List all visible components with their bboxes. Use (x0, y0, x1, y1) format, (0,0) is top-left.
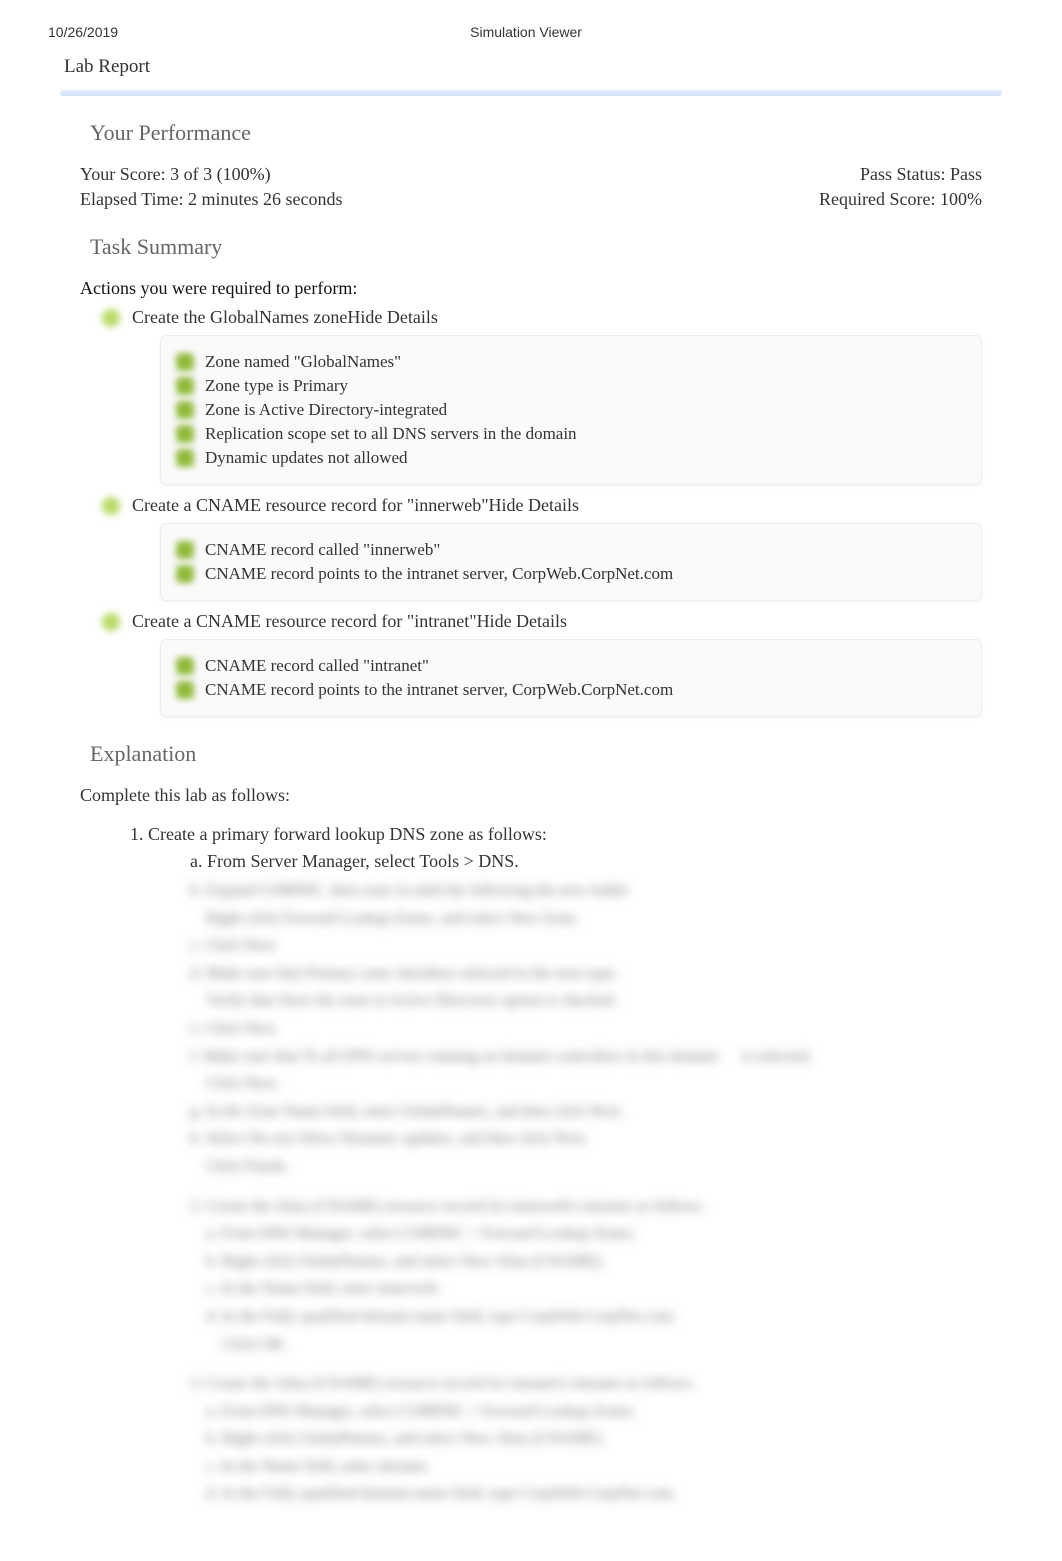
blurred-content: b. Expand CORPDC, then zone in until the… (190, 878, 982, 1507)
check-icon (100, 611, 122, 633)
task-row: Create the GlobalNames zoneHide Details (100, 307, 982, 329)
elapsed-time: Elapsed Time: 2 minutes 26 seconds (80, 189, 343, 210)
detail-row: Zone named "GlobalNames" (175, 352, 967, 372)
hide-details-toggle[interactable]: Hide Details (347, 307, 437, 327)
explanation-intro: Complete this lab as follows: (80, 785, 982, 806)
check-icon (175, 400, 195, 420)
check-icon (100, 495, 122, 517)
divider-bar (60, 90, 1002, 96)
detail-text: Dynamic updates not allowed (205, 448, 408, 468)
check-icon (175, 656, 195, 676)
step-1a: a. From Server Manager, select Tools > D… (190, 851, 982, 872)
step-1: 1. Create a primary forward lookup DNS z… (130, 824, 982, 845)
detail-row: CNAME record points to the intranet serv… (175, 680, 967, 700)
check-icon (175, 448, 195, 468)
check-icon (100, 307, 122, 329)
detail-text: Zone type is Primary (205, 376, 348, 396)
performance-heading: Your Performance (90, 120, 982, 146)
lab-report-heading: Lab Report (0, 48, 1062, 90)
task-details-box: CNAME record called "innerweb" CNAME rec… (160, 523, 982, 601)
task-row: Create a CNAME resource record for "inne… (100, 495, 982, 517)
detail-text: CNAME record called "innerweb" (205, 540, 440, 560)
check-icon (175, 540, 195, 560)
actions-required-label: Actions you were required to perform: (80, 278, 982, 299)
check-icon (175, 352, 195, 372)
task-details-box: CNAME record called "intranet" CNAME rec… (160, 639, 982, 717)
detail-row: Zone is Active Directory-integrated (175, 400, 967, 420)
task-details-box: Zone named "GlobalNames" Zone type is Pr… (160, 335, 982, 485)
detail-text: CNAME record points to the intranet serv… (205, 564, 673, 584)
check-icon (175, 376, 195, 396)
detail-text: Zone named "GlobalNames" (205, 352, 401, 372)
detail-row: CNAME record called "innerweb" (175, 540, 967, 560)
score-label: Your Score: 3 of 3 (100%) (80, 164, 271, 185)
detail-text: CNAME record points to the intranet serv… (205, 680, 673, 700)
detail-row: CNAME record called "intranet" (175, 656, 967, 676)
check-icon (175, 680, 195, 700)
detail-text: CNAME record called "intranet" (205, 656, 429, 676)
detail-row: CNAME record points to the intranet serv… (175, 564, 967, 584)
task-row: Create a CNAME resource record for "intr… (100, 611, 982, 633)
task-title: Create a CNAME resource record for "intr… (132, 611, 477, 631)
detail-row: Zone type is Primary (175, 376, 967, 396)
hide-details-toggle[interactable]: Hide Details (489, 495, 579, 515)
pass-status: Pass Status: Pass (860, 164, 982, 185)
task-summary-heading: Task Summary (90, 234, 982, 260)
task-title: Create a CNAME resource record for "inne… (132, 495, 489, 515)
check-icon (175, 564, 195, 584)
detail-row: Dynamic updates not allowed (175, 448, 967, 468)
required-score: Required Score: 100% (819, 189, 982, 210)
task-title: Create the GlobalNames zone (132, 307, 347, 327)
detail-row: Replication scope set to all DNS servers… (175, 424, 967, 444)
page-title: Simulation Viewer (118, 24, 934, 40)
page-date: 10/26/2019 (48, 24, 118, 40)
detail-text: Zone is Active Directory-integrated (205, 400, 447, 420)
detail-text: Replication scope set to all DNS servers… (205, 424, 577, 444)
check-icon (175, 424, 195, 444)
explanation-heading: Explanation (90, 741, 982, 767)
hide-details-toggle[interactable]: Hide Details (477, 611, 567, 631)
